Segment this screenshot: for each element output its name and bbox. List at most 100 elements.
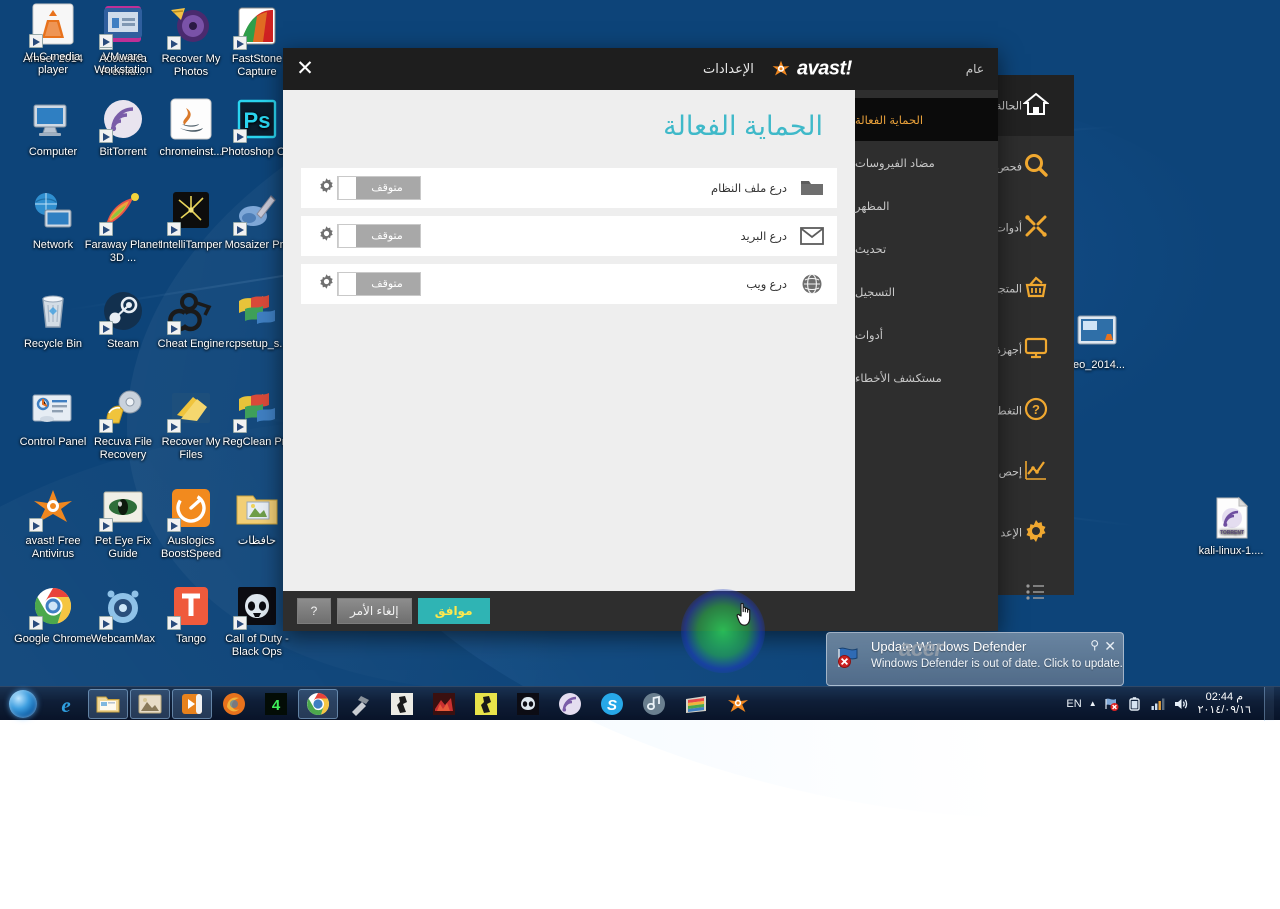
- tray-expand-icon[interactable]: ▲: [1089, 699, 1097, 708]
- dialog-nav-item-5[interactable]: أدوات: [855, 313, 998, 356]
- controlpanel-icon: [29, 385, 77, 433]
- game-four-icon: 4: [263, 691, 289, 717]
- dialog-titlebar: ✕ الإعدادات avast! عام: [283, 48, 998, 90]
- desktop-icon[interactable]: avast! Free Antivirus: [14, 484, 92, 560]
- home-icon: [1023, 91, 1049, 121]
- desktop-icon[interactable]: Google Chrome: [14, 582, 92, 646]
- rail-item-tools[interactable]: أدوات: [998, 197, 1074, 258]
- page-title: الحماية الفعالة: [283, 112, 855, 142]
- windows-defender-notification[interactable]: Update Windows Defender acer Windows Def…: [826, 632, 1124, 686]
- taskbar-item-skull-game[interactable]: [508, 689, 548, 719]
- language-indicator[interactable]: EN: [1066, 698, 1081, 710]
- torrentfile-icon: TORRENT: [1207, 494, 1255, 542]
- taskbar-item-skype[interactable]: S: [592, 689, 632, 719]
- rail-item-monitor[interactable]: أجهزة: [998, 319, 1074, 380]
- gear-icon[interactable]: [315, 225, 337, 247]
- recyclebin-icon: [29, 287, 77, 335]
- desktop-icon[interactable]: Control Panel: [14, 385, 92, 449]
- desktop-icon[interactable]: Recycle Bin: [14, 287, 92, 351]
- pin-icon[interactable]: ⚲: [1090, 638, 1099, 652]
- vlc-icon: [29, 0, 77, 48]
- recuva-icon: [99, 385, 147, 433]
- close-icon[interactable]: ✕: [1104, 638, 1116, 655]
- webcammax-icon: [99, 582, 147, 630]
- stats-icon: [1023, 457, 1049, 487]
- start-button[interactable]: [0, 688, 46, 720]
- winflag-icon: [233, 287, 281, 335]
- dialog-nav-item-4[interactable]: التسجيل: [855, 270, 998, 313]
- desktop-icon[interactable]: WebcamMax: [84, 582, 162, 646]
- taskbar-item-firefox[interactable]: [214, 689, 254, 719]
- faraway-icon: [99, 188, 147, 236]
- desktop-icon[interactable]: Network: [14, 188, 92, 252]
- skype-icon: S: [599, 691, 625, 717]
- action-center-icon[interactable]: [1104, 696, 1120, 712]
- taskbar-item-counter-strike-2[interactable]: [466, 689, 506, 719]
- desktop-icon-label: kali-linux-1....: [1192, 545, 1270, 558]
- desktop-icon-label: Pet Eye Fix Guide: [84, 535, 162, 560]
- desktop-icon[interactable]: Computer: [14, 95, 92, 159]
- peteye-icon: [99, 484, 147, 532]
- desktop-icon[interactable]: Pet Eye Fix Guide: [84, 484, 162, 560]
- rail-item-label: الحالة: [996, 99, 1022, 112]
- show-desktop-button[interactable]: [1264, 687, 1274, 721]
- rail-item-gear[interactable]: الإعد: [998, 502, 1074, 563]
- taskbar-item-internet-explorer[interactable]: e: [46, 689, 86, 719]
- dialog-nav-item-6[interactable]: مستكشف الأخطاء: [855, 356, 998, 399]
- taskbar-item-hammer-tool[interactable]: [340, 689, 380, 719]
- rail-item-menu[interactable]: [998, 563, 1074, 624]
- photo-viewer-icon: [137, 691, 163, 717]
- volume-icon[interactable]: [1173, 696, 1189, 712]
- gear-icon[interactable]: [315, 177, 337, 199]
- hammer-tool-icon: [347, 691, 373, 717]
- shortcut-overlay-icon: [233, 129, 247, 143]
- windows-explorer-icon: [95, 691, 121, 717]
- desktop-icon[interactable]: VLC media player: [14, 0, 92, 76]
- taskbar-item-counter-strike[interactable]: [382, 689, 422, 719]
- firefox-icon: [221, 691, 247, 717]
- avast-logo: avast!: [770, 58, 852, 81]
- taskbar-item-winrar[interactable]: [676, 689, 716, 719]
- rail-item-help[interactable]: ?التغطي: [998, 380, 1074, 441]
- dialog-nav-item-3[interactable]: تحديث: [855, 227, 998, 270]
- gear-icon[interactable]: [315, 273, 337, 295]
- dialog-nav-item-0[interactable]: الحماية الفعالة: [855, 98, 998, 141]
- svg-text:Ps: Ps: [244, 108, 271, 133]
- help-button[interactable]: ?: [297, 598, 331, 624]
- desktop-icon[interactable]: VMware Workstation: [84, 0, 162, 76]
- shield-toggle[interactable]: متوقف: [337, 176, 421, 200]
- taskbar-item-media-player[interactable]: [172, 689, 212, 719]
- rail-item-store[interactable]: المتجر: [998, 258, 1074, 319]
- svg-text:TORRENT: TORRENT: [1220, 530, 1244, 536]
- taskbar-item-game-four[interactable]: 4: [256, 689, 296, 719]
- taskbar-item-google-chrome[interactable]: [298, 689, 338, 719]
- taskbar-clock[interactable]: 02:44 م ٢٠١٤/٠٩/١٦: [1196, 691, 1257, 717]
- ok-button[interactable]: موافق: [418, 598, 490, 624]
- taskbar-item-photo-viewer[interactable]: [130, 689, 170, 719]
- taskbar-item-red-game[interactable]: [424, 689, 464, 719]
- desktop-icon[interactable]: Steam: [84, 287, 162, 351]
- dialog-settings-label: الإعدادات: [703, 61, 754, 77]
- cancel-button[interactable]: إلغاء الأمر: [337, 598, 412, 624]
- taskbar-item-music-player[interactable]: [634, 689, 674, 719]
- taskbar-item-avast-tray[interactable]: [718, 689, 758, 719]
- rail-item-search[interactable]: فحص: [998, 136, 1074, 197]
- desktop-icon[interactable]: TORRENT kali-linux-1....: [1192, 494, 1270, 558]
- desktop-icon[interactable]: BitTorrent: [84, 95, 162, 159]
- desktop-icon[interactable]: Faraway Planet 3D ...: [84, 188, 162, 264]
- desktop-icon-label: BitTorrent: [84, 146, 162, 159]
- taskbar-item-bittorrent[interactable]: [550, 689, 590, 719]
- battery-icon[interactable]: [1127, 696, 1143, 712]
- shield-toggle[interactable]: متوقف: [337, 272, 421, 296]
- rail-item-stats[interactable]: إحص: [998, 441, 1074, 502]
- close-icon[interactable]: ✕: [291, 55, 319, 83]
- dialog-nav-item-2[interactable]: المظهر: [855, 184, 998, 227]
- network-icon[interactable]: [1150, 696, 1166, 712]
- desktop-icon[interactable]: Recuva File Recovery: [84, 385, 162, 461]
- shield-toggle[interactable]: متوقف: [337, 224, 421, 248]
- taskbar-item-windows-explorer[interactable]: [88, 689, 128, 719]
- rail-item-home[interactable]: الحالة: [998, 75, 1074, 136]
- desktop-icon-label: Recycle Bin: [14, 338, 92, 351]
- shortcut-overlay-icon: [99, 321, 113, 335]
- dialog-nav-item-1[interactable]: مضاد الفيروسات: [855, 141, 998, 184]
